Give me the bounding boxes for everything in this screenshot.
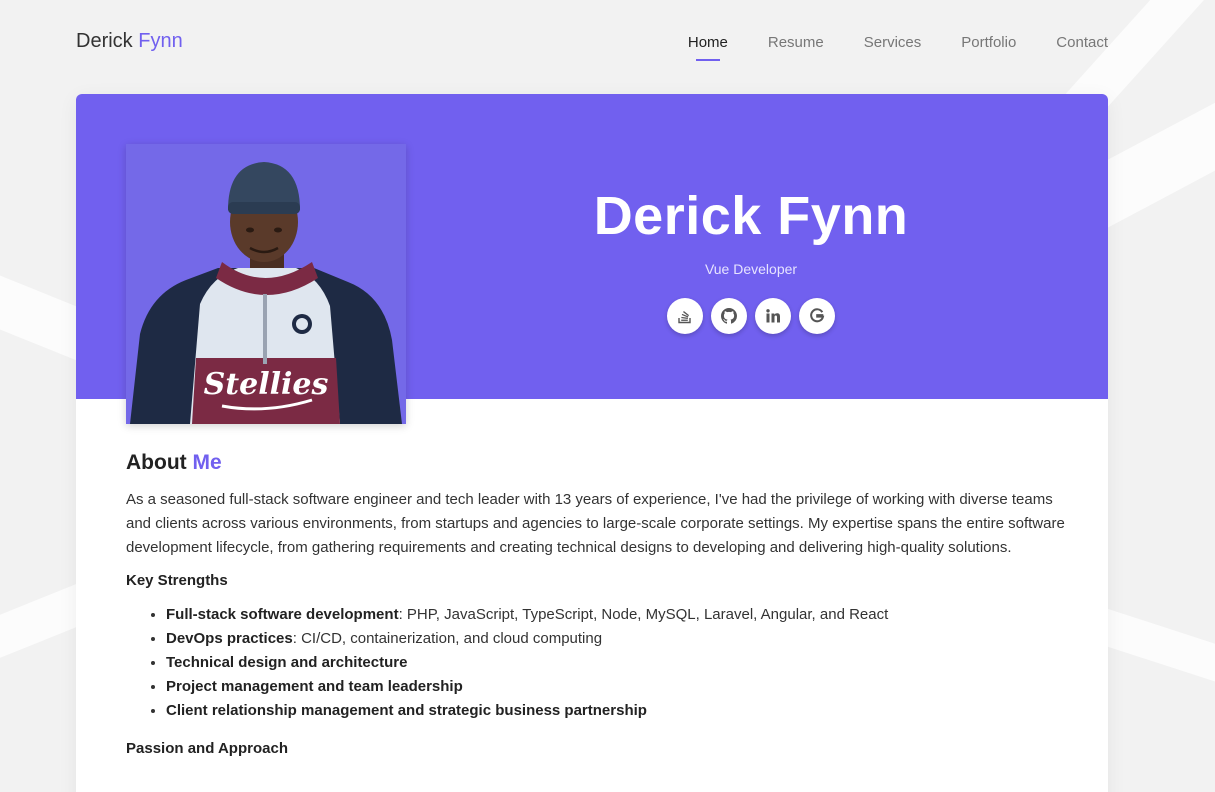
brand-first-name: Derick xyxy=(76,30,133,52)
github-link[interactable] xyxy=(711,298,747,334)
hero-info: Derick Fynn Vue Developer xyxy=(516,186,986,334)
about-title-accent: Me xyxy=(192,451,222,474)
stackoverflow-link[interactable] xyxy=(667,298,703,334)
linkedin-icon xyxy=(765,308,781,324)
passion-title: Passion and Approach xyxy=(126,740,288,757)
google-icon xyxy=(809,308,825,324)
about-intro: As a seasoned full-stack software engine… xyxy=(126,491,1065,556)
nav-portfolio[interactable]: Portfolio xyxy=(961,34,1016,52)
list-item: Technical design and architecture xyxy=(166,651,1066,675)
brand-last-name: Fynn xyxy=(138,30,183,52)
linkedin-link[interactable] xyxy=(755,298,791,334)
profile-photo: Stellies xyxy=(126,144,406,424)
nav-resume[interactable]: Resume xyxy=(768,34,824,52)
nav-services[interactable]: Services xyxy=(864,34,922,52)
stackoverflow-icon xyxy=(677,308,693,324)
hero-role: Vue Developer xyxy=(704,261,798,277)
top-navbar: Derick Fynn Home Resume Services Portfol… xyxy=(76,28,1108,68)
list-item: DevOps practices: CI/CD, containerizatio… xyxy=(166,627,1066,651)
strengths-list: Full-stack software development: PHP, Ja… xyxy=(126,603,1066,723)
hero-name: Derick Fynn xyxy=(593,186,909,246)
list-item: Full-stack software development: PHP, Ja… xyxy=(166,603,1066,627)
about-title-first: About xyxy=(126,451,187,474)
svg-text:Stellies: Stellies xyxy=(204,367,329,402)
about-title: About Me xyxy=(126,448,1066,478)
nav-home[interactable]: Home xyxy=(688,34,728,52)
list-item: Client relationship management and strat… xyxy=(166,699,1066,723)
main-nav: Home Resume Services Portfolio Contact xyxy=(688,34,1108,52)
brand-logo[interactable]: Derick Fynn xyxy=(76,28,183,54)
github-icon xyxy=(721,308,737,324)
google-link[interactable] xyxy=(799,298,835,334)
strengths-title: Key Strengths xyxy=(126,572,228,589)
list-item: Project management and team leadership xyxy=(166,675,1066,699)
nav-contact[interactable]: Contact xyxy=(1056,34,1108,52)
social-links xyxy=(516,298,986,334)
about-section: About Me As a seasoned full-stack softwa… xyxy=(126,448,1066,761)
profile-card: Derick Fynn Vue Developer Stellies About… xyxy=(76,94,1108,792)
